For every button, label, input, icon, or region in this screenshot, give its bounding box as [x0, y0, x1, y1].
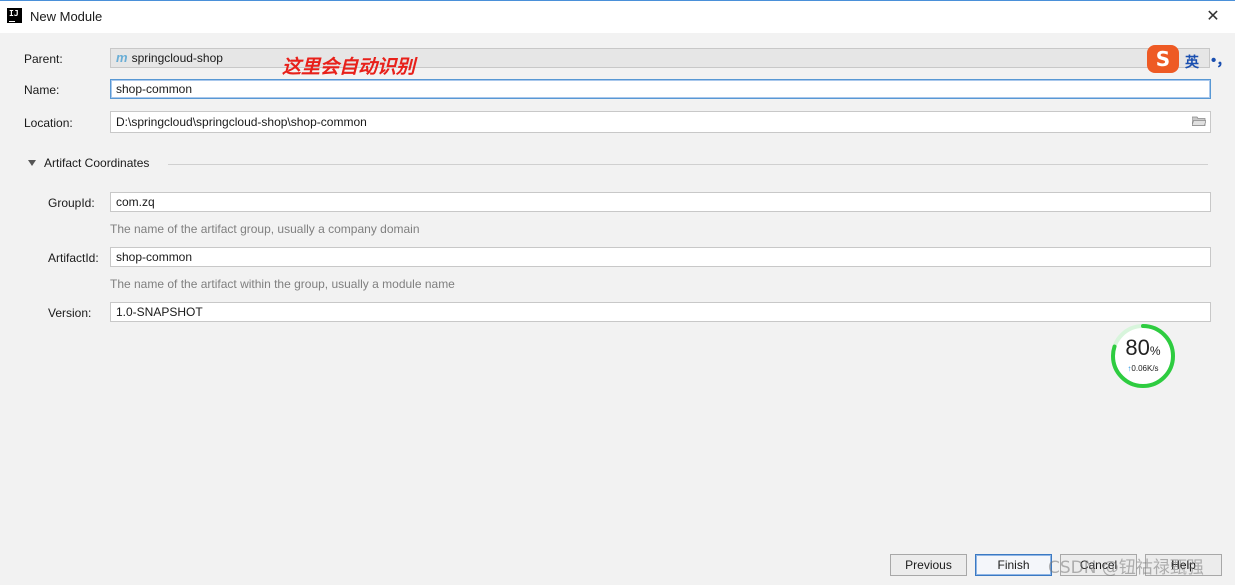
- name-label: Name:: [24, 83, 60, 97]
- finish-button[interactable]: Finish: [975, 554, 1052, 576]
- collapse-toggle-icon[interactable]: [28, 160, 36, 166]
- annotation-text: 这里会自动识别: [282, 56, 416, 78]
- upload-speed: ↑0.06K/s: [1127, 364, 1159, 373]
- ime-punctuation-toggle[interactable]: •，: [1211, 49, 1231, 70]
- parent-value: springcloud-shop: [131, 51, 223, 65]
- ime-language-toggle[interactable]: 英: [1185, 52, 1199, 72]
- close-icon[interactable]: ✕: [1203, 6, 1223, 26]
- parent-field: m springcloud-shop: [110, 48, 1210, 68]
- version-label: Version:: [48, 306, 92, 320]
- groupid-input[interactable]: com.zq: [110, 192, 1211, 212]
- maven-module-icon: m: [116, 50, 128, 65]
- previous-button[interactable]: Previous: [890, 554, 967, 576]
- groupid-label: GroupId:: [48, 196, 95, 210]
- location-label: Location:: [24, 116, 73, 130]
- title-bar: IJ New Module ✕: [0, 0, 1235, 33]
- folder-browse-icon[interactable]: [1192, 116, 1206, 126]
- artifactid-input[interactable]: shop-common: [110, 247, 1211, 267]
- name-input[interactable]: shop-common: [110, 79, 1211, 99]
- parent-label: Parent:: [24, 52, 63, 66]
- sogou-ime-icon[interactable]: S: [1147, 45, 1179, 73]
- version-input[interactable]: 1.0-SNAPSHOT: [110, 302, 1211, 322]
- window-title: New Module: [30, 9, 103, 24]
- artifactid-hint: The name of the artifact within the grou…: [110, 277, 455, 291]
- artifactid-label: ArtifactId:: [48, 251, 99, 265]
- location-value: D:\springcloud\springcloud-shop\shop-com…: [116, 115, 367, 129]
- section-divider: [168, 164, 1208, 165]
- ime-toolbar[interactable]: S 英 •，: [1147, 45, 1235, 75]
- artifact-coordinates-title[interactable]: Artifact Coordinates: [44, 156, 149, 170]
- groupid-hint: The name of the artifact group, usually …: [110, 222, 420, 236]
- intellij-app-icon: IJ: [7, 8, 22, 23]
- location-input[interactable]: D:\springcloud\springcloud-shop\shop-com…: [110, 111, 1211, 133]
- usage-percent: 80%: [1125, 335, 1161, 360]
- csdn-watermark: CSDN @钮祜禄甄强: [1048, 558, 1204, 578]
- network-speed-widget[interactable]: 80% ↑0.06K/s: [1109, 322, 1177, 390]
